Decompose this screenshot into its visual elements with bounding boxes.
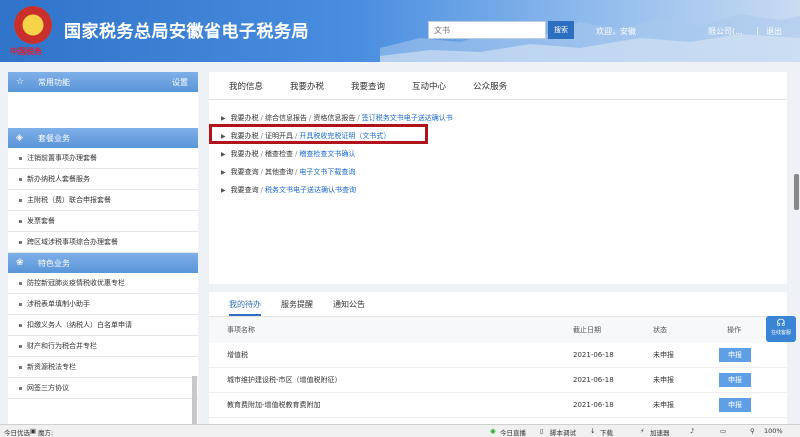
package-business-label: 套餐业务 (38, 133, 70, 143)
sidebar-item[interactable]: 注销前置事项办理套餐 (8, 148, 198, 169)
table-row: 增值税 2021-06-18 未申报 申报 (209, 343, 787, 368)
sidebar-item[interactable]: 主附税（费）联合申报套餐 (8, 190, 198, 211)
tab-public-service[interactable]: 公众服务 (473, 80, 507, 92)
common-functions-header: ☆ 常用功能 设置 (8, 72, 198, 92)
sidebar-item[interactable]: 网签三方协议 (8, 378, 198, 399)
site-title: 国家税务总局安徽省电子税务局 (64, 22, 309, 42)
result-link[interactable]: 签订税务文书电子送达确认书 (362, 113, 453, 123)
script-debug-link[interactable]: 脚本调试 (550, 427, 576, 437)
caret-right-icon: ▶ (221, 186, 226, 194)
page-scrollbar[interactable] (794, 174, 799, 210)
tab-query[interactable]: 我要查询 (351, 80, 385, 92)
declare-button[interactable]: 申报 (719, 373, 751, 387)
todo-tabs: 我的待办 服务提醒 通知公告 (209, 292, 787, 317)
welcome-text: 欢迎，安徽 (596, 27, 636, 36)
search-button[interactable]: 搜索 (548, 21, 574, 39)
rubik-label[interactable]: 魔方: (38, 427, 53, 437)
company-name[interactable]: 限公司(... (708, 26, 743, 37)
table-row: 城市维护建设税-市区（增值税附征） 2021-06-18 未申报 申报 (209, 368, 787, 393)
result-link-row: ▶ 我要办税 / 稽查检查 / 稽查检查文书确认 (221, 149, 356, 159)
online-service-button[interactable]: ☊ 在线客服 (766, 316, 796, 342)
phone-icon: ▯ (540, 427, 544, 435)
speaker-icon: ♪ (690, 427, 695, 435)
zoom-icon: ⚲ (750, 427, 755, 435)
sidebar-item[interactable]: 财产和行为税合并专栏 (8, 336, 198, 357)
emblem-caption: 中国税务 (10, 46, 42, 56)
tab-handle-tax[interactable]: 我要办税 (290, 80, 324, 92)
todo-panel: 我的待办 服务提醒 通知公告 事项名称 截止日期 状态 操作 增值税 2021-… (209, 292, 787, 426)
logout-link[interactable]: 退出 (766, 26, 782, 37)
sidebar-item[interactable]: 发票套餐 (8, 211, 198, 232)
package-business-header[interactable]: ◈ 套餐业务 (8, 128, 198, 148)
tax-emblem-icon (14, 6, 52, 44)
settings-link[interactable]: 设置 (172, 77, 188, 88)
header: 中国税务 国家税务总局安徽省电子税务局 搜索 欢迎，安徽 限公司(... | 退… (0, 0, 800, 62)
star-icon: ☆ (16, 77, 25, 87)
caret-right-icon: ▶ (221, 114, 226, 122)
common-functions-body (8, 92, 198, 120)
tab-service-reminder[interactable]: 服务提醒 (281, 299, 313, 316)
special-business-header[interactable]: ❀ 特色业务 (8, 253, 198, 273)
screen-icon: ▭ (720, 427, 727, 435)
sidebar-item[interactable]: 新办纳税人套餐服务 (8, 169, 198, 190)
zoom-level[interactable]: 100% (764, 427, 783, 435)
accelerator-link[interactable]: 加速器 (650, 427, 670, 437)
tab-my-todo[interactable]: 我的待办 (229, 299, 261, 316)
result-link-row: ▶ 我要查询 / 税务文书电子送达确认书查询 (221, 185, 356, 195)
header-separator: | (756, 26, 759, 35)
result-link-row: ▶ 我要查询 / 其他查询 / 电子文书下载查询 (221, 167, 356, 177)
result-links: ▶ 我要办税 / 综合信息报告 / 资格信息报告 / 签订税务文书电子送达确认书 ▶ … (209, 100, 787, 199)
accelerator-icon: ⚡ (640, 427, 645, 435)
cube-icon: ▣ (30, 427, 37, 435)
headset-icon: ☊ (776, 318, 786, 329)
tab-interaction[interactable]: 互动中心 (412, 80, 446, 92)
search-results-panel: 我的信息 我要办税 我要查询 互动中心 公众服务 ▶ 我要办税 / 综合信息报告 /… (209, 72, 787, 284)
live-link[interactable]: 今日直播 (500, 427, 526, 437)
sidebar-scrollbar[interactable] (192, 376, 197, 424)
tab-notices[interactable]: 通知公告 (333, 299, 365, 316)
download-icon: ↓ (590, 427, 596, 435)
declare-button[interactable]: 申报 (719, 348, 751, 362)
tab-my-info[interactable]: 我的信息 (229, 80, 263, 92)
special-business-label: 特色业务 (38, 258, 70, 268)
live-icon: ◉ (490, 427, 496, 435)
sidebar-item[interactable]: 扣缴义务人（纳税人）白名单申请 (8, 315, 198, 336)
table-row: 教育费附加-增值税教育费附加 2021-06-18 未申报 申报 (209, 393, 787, 418)
main-tabs: 我的信息 我要办税 我要查询 互动中心 公众服务 (209, 72, 787, 100)
caret-right-icon: ▶ (221, 168, 226, 176)
todo-table-header: 事项名称 截止日期 状态 操作 (209, 317, 787, 343)
result-link[interactable]: 税务文书电子送达确认书查询 (265, 185, 356, 195)
common-functions-label: 常用功能 (38, 77, 70, 87)
sidebar-item[interactable]: 新资源税法专栏 (8, 357, 198, 378)
sidebar: ☆ 常用功能 设置 ◈ 套餐业务 注销前置事项办理套餐 新办纳税人套餐服务 主附… (8, 72, 198, 424)
sidebar-item[interactable]: 跨区域涉税事项综合办理套餐 (8, 232, 198, 253)
declare-button[interactable]: 申报 (719, 398, 751, 412)
download-link[interactable]: 下载 (600, 427, 613, 437)
sidebar-item[interactable]: 防控新冠肺炎疫情税收优惠专栏 (8, 273, 198, 294)
flower-icon: ❀ (16, 258, 24, 268)
result-link[interactable]: 电子文书下载查询 (299, 167, 355, 177)
highlight-box (209, 124, 428, 144)
browser-statusbar: 今日优选 ▣ 魔方: ◉ 今日直播 ▯ 脚本调试 ↓ 下载 ⚡ 加速器 ♪ ▭ … (0, 424, 800, 437)
search-input[interactable] (428, 21, 546, 39)
caret-right-icon: ▶ (221, 150, 226, 158)
today-picks[interactable]: 今日优选 (4, 427, 30, 437)
sidebar-item[interactable]: 涉税表单填制小助手 (8, 294, 198, 315)
cube-icon: ◈ (16, 133, 23, 143)
result-link[interactable]: 稽查检查文书确认 (299, 149, 355, 159)
